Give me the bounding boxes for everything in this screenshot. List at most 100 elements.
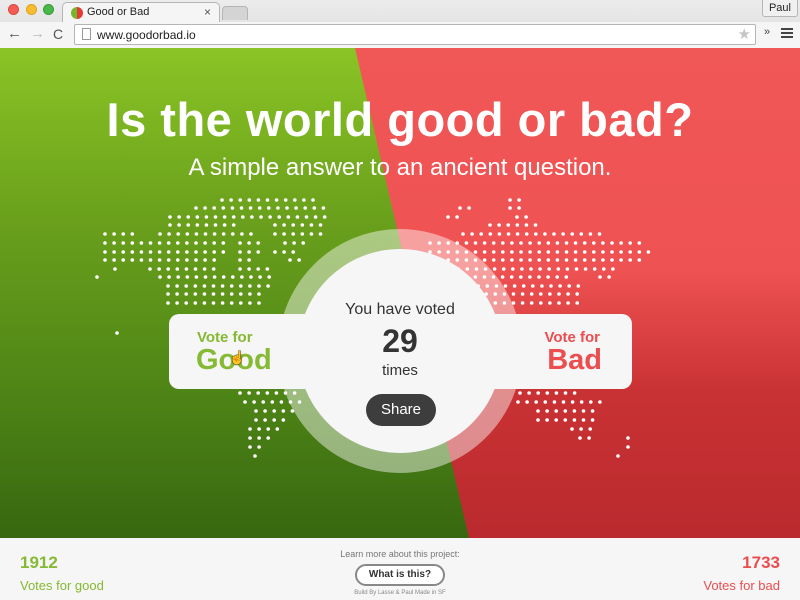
map-dot — [549, 284, 553, 288]
map-dot — [239, 284, 243, 288]
profile-button[interactable]: Paul — [761, 0, 798, 17]
map-dot — [261, 400, 266, 404]
map-dot — [247, 250, 251, 254]
extensions-overflow-icon[interactable]: » — [764, 26, 770, 38]
map-dot — [230, 206, 235, 210]
map-dot — [221, 232, 226, 236]
map-dot — [573, 241, 578, 245]
map-dot — [592, 241, 596, 245]
map-dot — [285, 206, 289, 210]
map-dot — [202, 301, 207, 305]
map-dot — [258, 275, 262, 279]
back-arrow-icon[interactable]: ← — [7, 26, 22, 42]
map-dot — [563, 418, 568, 422]
menu-hamburger-icon[interactable] — [781, 28, 793, 40]
map-dot — [157, 258, 162, 262]
map-dot — [267, 206, 271, 210]
share-button[interactable]: Share — [366, 394, 436, 426]
map-dot — [589, 400, 593, 404]
map-dot — [253, 454, 257, 458]
map-dot — [554, 391, 559, 395]
map-dot — [517, 198, 521, 202]
map-dot — [193, 284, 198, 288]
map-dot — [222, 223, 227, 227]
map-dot — [318, 232, 323, 236]
map-dot — [103, 232, 107, 236]
address-bar[interactable]: www.goodorbad.io ★ — [74, 24, 756, 45]
url-text[interactable]: www.goodorbad.io — [97, 28, 196, 42]
map-dot — [270, 400, 275, 404]
what-is-this-button[interactable]: What is this? — [355, 564, 445, 586]
map-dot — [291, 223, 296, 227]
favicon-icon — [71, 7, 83, 19]
map-dot — [283, 241, 287, 245]
reload-icon[interactable]: C — [53, 26, 63, 42]
map-dot — [274, 198, 279, 202]
vote-bad-label-large: Bad — [547, 344, 602, 376]
map-dot — [95, 275, 99, 279]
map-dot — [247, 267, 251, 271]
page-subtitle: A simple answer to an ancient question. — [188, 154, 612, 181]
map-dot — [293, 198, 297, 202]
map-dot — [626, 436, 630, 440]
map-dot — [572, 409, 577, 413]
map-dot — [552, 232, 556, 236]
browser-toolbar: ← → C www.goodorbad.io ★ » — [0, 22, 800, 48]
map-dot — [528, 258, 532, 262]
map-dot — [272, 409, 277, 413]
bookmark-star-icon[interactable]: ★ — [738, 25, 751, 43]
map-dot — [311, 198, 315, 202]
map-dot — [508, 206, 512, 210]
browser-tab[interactable]: Good or Bad × — [62, 2, 220, 23]
map-dot — [231, 275, 235, 279]
map-dot — [516, 400, 520, 404]
map-dot — [556, 267, 561, 271]
map-dot — [148, 267, 152, 271]
map-dot — [519, 275, 523, 279]
map-dot — [266, 436, 271, 440]
map-dot — [112, 258, 116, 262]
map-dot — [157, 241, 162, 245]
map-dot — [588, 232, 593, 236]
map-dot — [248, 427, 252, 431]
map-dot — [446, 215, 450, 219]
map-dot — [194, 206, 198, 210]
map-dot — [570, 427, 574, 431]
map-dot — [554, 418, 558, 422]
map-dot — [184, 267, 189, 271]
map-dot — [536, 409, 540, 413]
map-dot — [212, 258, 216, 262]
map-dot — [464, 241, 469, 245]
map-dot — [176, 232, 180, 236]
map-dot — [130, 258, 135, 262]
map-dot — [566, 292, 570, 296]
map-dot — [254, 409, 258, 413]
map-dot — [186, 215, 190, 219]
window-maximize-button[interactable] — [43, 4, 54, 15]
map-dot — [515, 223, 520, 227]
map-dot — [282, 223, 286, 227]
forward-arrow-icon[interactable]: → — [30, 26, 45, 42]
map-dot — [286, 215, 291, 219]
new-tab-button[interactable] — [222, 6, 248, 20]
map-dot — [536, 391, 540, 395]
map-dot — [248, 445, 252, 449]
bad-votes-count: 1733 — [742, 553, 780, 572]
map-dot — [520, 267, 524, 271]
map-dot — [297, 258, 301, 262]
map-dot — [546, 258, 551, 262]
map-dot — [304, 215, 309, 219]
window-close-button[interactable] — [8, 4, 19, 15]
tab-close-icon[interactable]: × — [204, 5, 211, 19]
map-dot — [103, 241, 107, 245]
map-dot — [168, 223, 172, 227]
map-dot — [579, 232, 584, 236]
map-dot — [566, 301, 570, 305]
window-minimize-button[interactable] — [26, 4, 37, 15]
map-dot — [256, 250, 261, 254]
map-dot — [582, 241, 587, 245]
map-dot — [598, 275, 602, 279]
map-dot — [241, 215, 245, 219]
map-dot — [254, 418, 258, 422]
map-dot — [597, 232, 602, 236]
